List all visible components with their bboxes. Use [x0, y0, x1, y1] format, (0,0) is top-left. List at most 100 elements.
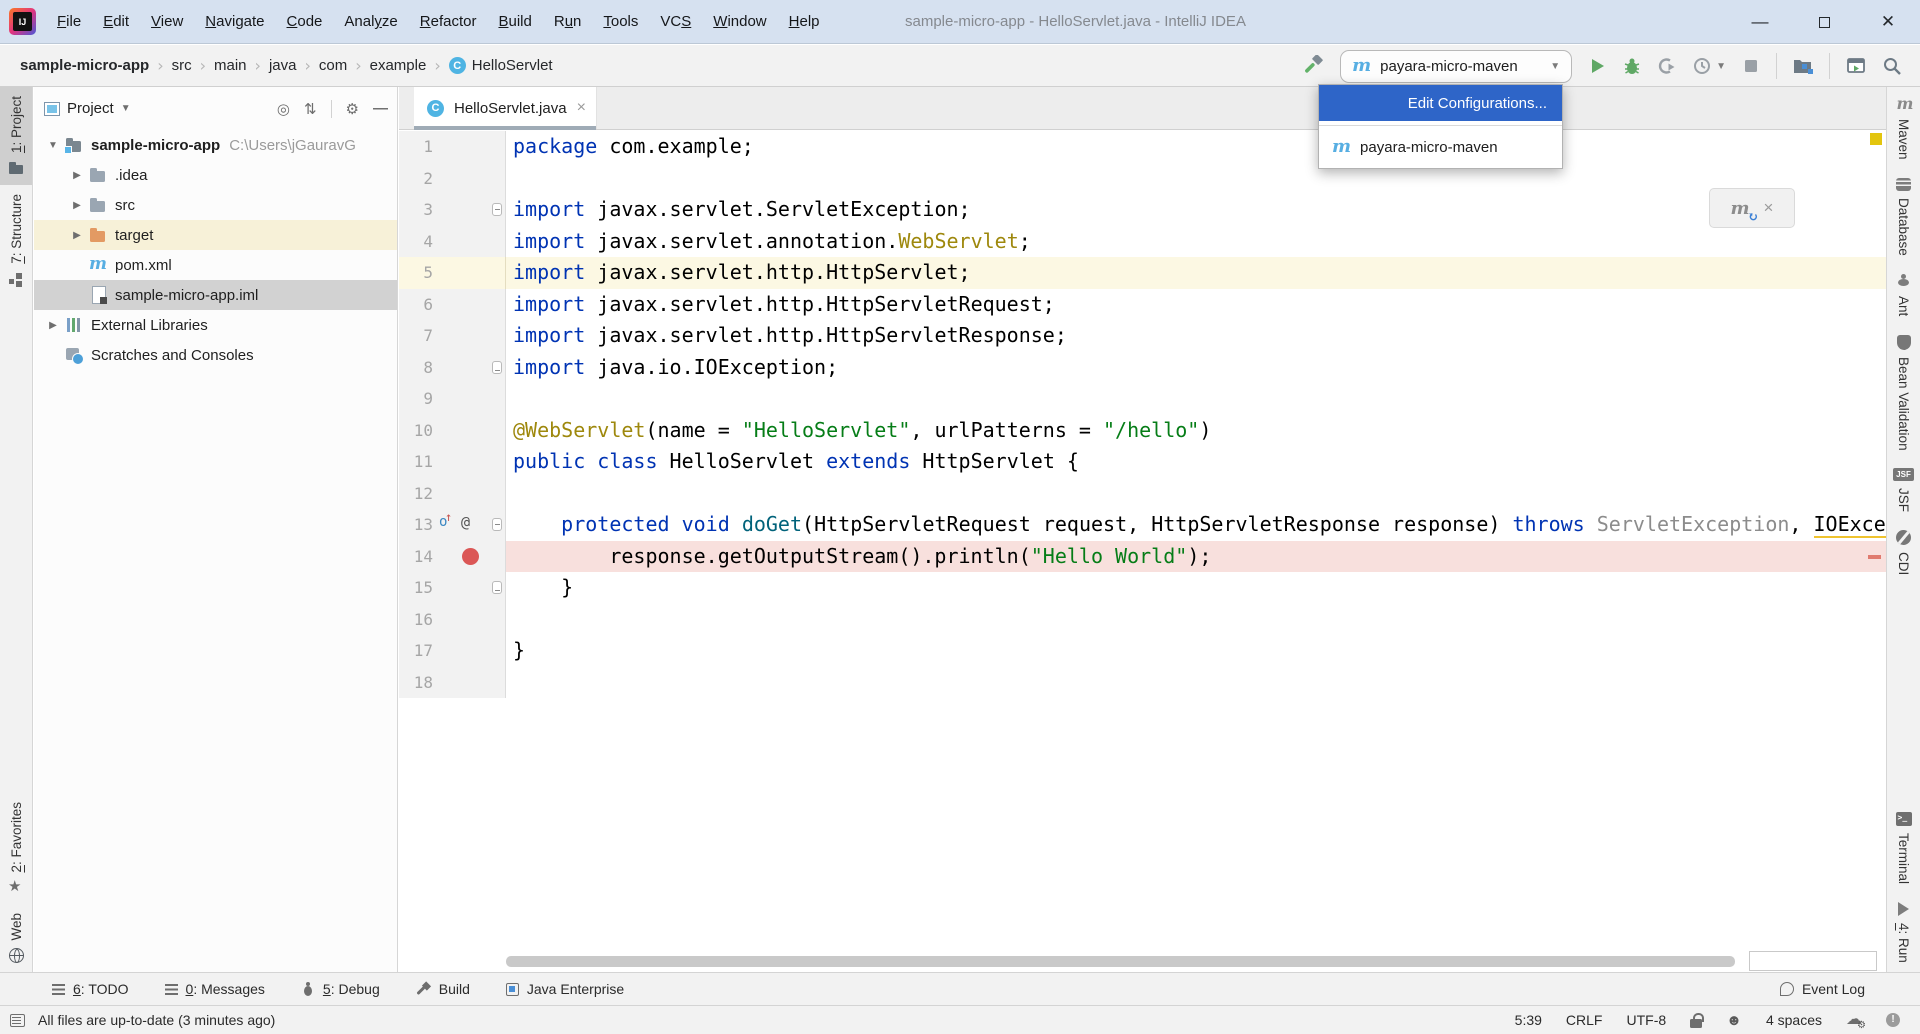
project-structure-button[interactable] [1792, 56, 1814, 76]
breadcrumb-item-main[interactable]: main [214, 57, 247, 74]
editor-gutter[interactable]: 1 [399, 131, 506, 163]
tool-button-cdi[interactable]: CDI [1887, 521, 1920, 584]
breadcrumb-item-src[interactable]: src [172, 57, 192, 74]
maximize-button[interactable] [1792, 0, 1856, 43]
encoding-widget[interactable]: UTF-8 [1626, 1012, 1666, 1028]
menu-help[interactable]: Help [778, 0, 831, 43]
horizontal-scrollbar[interactable] [506, 956, 1735, 967]
run-with-coverage-button[interactable] [1657, 56, 1677, 76]
build-hammer-icon[interactable] [1303, 55, 1325, 77]
tree-row-pom-xml[interactable]: pom.xml [34, 250, 397, 280]
fold-icon[interactable] [492, 203, 502, 216]
tool-windows-button[interactable] [1845, 56, 1867, 76]
breadcrumb-item-com[interactable]: com [319, 57, 347, 74]
stop-button[interactable] [1741, 56, 1761, 76]
minimize-button[interactable]: — [1728, 0, 1792, 43]
menu-analyze[interactable]: Analyze [333, 0, 408, 43]
code-line-text[interactable]: import javax.servlet.http.HttpServletReq… [506, 289, 1886, 321]
tool-button-4-run[interactable]: 4: Run [1887, 893, 1920, 972]
code-line-text[interactable]: } [506, 635, 1886, 667]
breadcrumb-item-example[interactable]: example [370, 57, 427, 74]
run-button[interactable] [1587, 56, 1607, 76]
maven-reimport-icon[interactable]: m↻ [1731, 198, 1750, 219]
code-line-text[interactable] [506, 478, 1886, 510]
tree-arrow-closed-icon[interactable]: ▶ [66, 200, 88, 211]
breadcrumb-item-java[interactable]: java [269, 57, 297, 74]
menu-build[interactable]: Build [487, 0, 542, 43]
menu-code[interactable]: Code [276, 0, 334, 43]
tab-helloservlet-java[interactable]: C HelloServlet.java × [414, 87, 597, 129]
toggle-toolwindows-icon[interactable] [10, 1014, 25, 1027]
hide-panel-button[interactable]: — [373, 100, 387, 117]
fold-icon[interactable] [492, 581, 502, 594]
tree-row-scratches-and-consoles[interactable]: Scratches and Consoles [34, 340, 397, 370]
close-icon[interactable]: × [1764, 198, 1774, 218]
tool-button-7-structure[interactable]: 7: Structure [0, 185, 32, 296]
tool-button-terminal[interactable]: Terminal [1887, 803, 1920, 893]
indent-widget[interactable]: 4 spaces [1766, 1012, 1822, 1028]
caret-position-widget[interactable]: 5:39 [1515, 1012, 1542, 1028]
breadcrumb-item-sample-micro-app[interactable]: sample-micro-app [20, 57, 149, 74]
menu-window[interactable]: Window [702, 0, 777, 43]
editor-gutter[interactable]: 14 [399, 541, 506, 573]
tool-button-jsf[interactable]: JSFJSF [1887, 459, 1920, 521]
line-ending-widget[interactable]: CRLF [1566, 1012, 1603, 1028]
project-panel-title[interactable]: Project [67, 100, 114, 117]
editor-gutter[interactable]: 8 [399, 352, 506, 384]
editor-gutter[interactable]: 15 [399, 572, 506, 604]
tool-window-button-5-debug[interactable]: 5: Debug [301, 981, 380, 997]
code-line-text[interactable]: @WebServlet(name = "HelloServlet", urlPa… [506, 415, 1886, 447]
tool-window-button-6-todo[interactable]: 6: TODO [52, 981, 129, 997]
settings-gear-icon[interactable]: ⚙ [346, 100, 359, 118]
code-line-text[interactable]: import javax.servlet.http.HttpServletRes… [506, 320, 1886, 352]
chevron-down-icon[interactable]: ▼ [121, 103, 131, 114]
tree-arrow-open-icon[interactable]: ▼ [42, 140, 64, 151]
tree-row-external-libraries[interactable]: ▶External Libraries [34, 310, 397, 340]
tree-row-src[interactable]: ▶src [34, 190, 397, 220]
inspection-status-indicator[interactable] [1870, 133, 1882, 145]
debug-button[interactable] [1622, 56, 1642, 76]
code-line-text[interactable]: public class HelloServlet extends HttpSe… [506, 446, 1886, 478]
editor-gutter[interactable]: 11 [399, 446, 506, 478]
editor-gutter[interactable]: 17 [399, 635, 506, 667]
code-line-text[interactable]: import javax.servlet.http.HttpServlet; [506, 257, 1886, 289]
code-editor[interactable]: 1package com.example;23import javax.serv… [399, 131, 1886, 972]
tool-button-database[interactable]: Database [1887, 169, 1920, 265]
editor-gutter[interactable]: 7 [399, 320, 506, 352]
editor-gutter[interactable]: 5 [399, 257, 506, 289]
highlighting-level-icon[interactable]: ☻ [1726, 1013, 1742, 1028]
code-line-text[interactable]: package com.example; [506, 131, 1886, 163]
tree-arrow-closed-icon[interactable]: ▶ [66, 230, 88, 241]
profiler-button[interactable]: ▼ [1692, 56, 1726, 76]
code-line-text[interactable] [506, 604, 1886, 636]
code-line-text[interactable] [506, 163, 1886, 195]
tool-button-maven[interactable]: Maven [1887, 87, 1920, 169]
code-line-text[interactable] [506, 667, 1886, 699]
editor-gutter[interactable]: 16 [399, 604, 506, 636]
menu-tools[interactable]: Tools [592, 0, 649, 43]
tree-row-sample-micro-app-iml[interactable]: sample-micro-app.iml [34, 280, 397, 310]
code-line-text[interactable]: import java.io.IOException; [506, 352, 1886, 384]
menu-run[interactable]: Run [543, 0, 593, 43]
notification-icon[interactable] [1886, 1013, 1900, 1027]
menu-item-payara-micro-maven[interactable]: m payara-micro-maven [1319, 130, 1562, 164]
editor-gutter[interactable]: 12 [399, 478, 506, 510]
locate-file-button[interactable]: ◎ [277, 100, 290, 118]
menu-edit[interactable]: Edit [92, 0, 140, 43]
collapse-all-button[interactable]: ⇅ [304, 100, 317, 118]
code-line-text[interactable]: protected void doGet(HttpServletRequest … [506, 509, 1886, 541]
code-line-text[interactable]: } [506, 572, 1886, 604]
tree-arrow-closed-icon[interactable]: ▶ [66, 170, 88, 181]
editor-gutter[interactable]: 6 [399, 289, 506, 321]
menu-view[interactable]: View [140, 0, 194, 43]
menu-navigate[interactable]: Navigate [194, 0, 275, 43]
tool-window-button-0-messages[interactable]: 0: Messages [165, 981, 265, 997]
tree-row-target[interactable]: ▶target [34, 220, 397, 250]
menu-refactor[interactable]: Refactor [409, 0, 488, 43]
run-configuration-select[interactable]: m payara-micro-maven ▼ [1340, 50, 1572, 83]
code-line-text[interactable]: import javax.servlet.annotation.WebServl… [506, 226, 1886, 258]
code-line-text[interactable]: import javax.servlet.ServletException; [506, 194, 1886, 226]
tree-arrow-closed-icon[interactable]: ▶ [42, 320, 64, 331]
tool-button-ant[interactable]: Ant [1887, 264, 1920, 325]
editor-gutter[interactable]: 10 [399, 415, 506, 447]
